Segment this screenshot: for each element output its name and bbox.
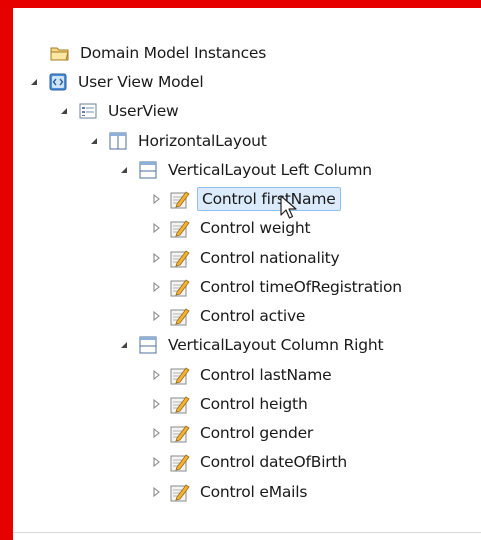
tree-item-vertical-layout-right[interactable]: VerticalLayout Column Right [118, 332, 386, 358]
tree-item-control-nationality[interactable]: Control nationality [150, 245, 343, 271]
tree-item-label: Control dateOfBirth [200, 453, 347, 471]
folder-icon [50, 43, 70, 63]
expanded-arrow-icon[interactable] [58, 105, 70, 117]
control-icon [170, 394, 190, 414]
tree-item-control-lastname[interactable]: Control lastName [150, 362, 334, 388]
tree-item-label: Control active [200, 307, 306, 325]
tree-item-label: Control gender [200, 424, 314, 442]
tree-item-userview[interactable]: UserView [58, 98, 182, 124]
model-tree: Domain Model Instances User View Model U… [0, 0, 481, 540]
control-icon [170, 452, 190, 472]
vertical-layout-icon [138, 160, 158, 180]
collapsed-arrow-icon[interactable] [150, 486, 162, 498]
control-icon [170, 248, 190, 268]
tree-item-domain-model-instances[interactable]: Domain Model Instances [50, 40, 269, 66]
control-icon [170, 482, 190, 502]
control-icon [170, 189, 190, 209]
view-model-icon [48, 72, 68, 92]
tree-item-label: HorizontalLayout [138, 132, 267, 150]
tree-item-user-view-model[interactable]: User View Model [28, 69, 207, 95]
tree-item-label: Control timeOfRegistration [200, 278, 402, 296]
collapsed-arrow-icon[interactable] [150, 456, 162, 468]
collapsed-arrow-icon[interactable] [150, 398, 162, 410]
tree-item-label: UserView [108, 102, 179, 120]
collapsed-arrow-icon[interactable] [150, 193, 162, 205]
expanded-arrow-icon[interactable] [118, 164, 130, 176]
vertical-layout-icon [138, 335, 158, 355]
tree-item-label: Control lastName [200, 366, 332, 384]
collapsed-arrow-icon[interactable] [150, 222, 162, 234]
expanded-arrow-icon[interactable] [28, 76, 40, 88]
control-icon [170, 306, 190, 326]
collapsed-arrow-icon[interactable] [150, 310, 162, 322]
collapsed-arrow-icon[interactable] [150, 427, 162, 439]
tree-item-control-firstname[interactable]: Control firstName [150, 186, 341, 212]
control-icon [170, 277, 190, 297]
tree-item-label: Control nationality [200, 249, 340, 267]
control-icon [170, 365, 190, 385]
form-view-icon [78, 101, 98, 121]
control-icon [170, 423, 190, 443]
horizontal-layout-icon [108, 131, 128, 151]
tree-item-control-active[interactable]: Control active [150, 303, 308, 329]
tree-item-label: Control eMails [200, 483, 308, 501]
tree-item-horizontal-layout[interactable]: HorizontalLayout [88, 128, 270, 154]
tree-item-control-emails[interactable]: Control eMails [150, 479, 310, 505]
tree-item-label: Domain Model Instances [80, 44, 267, 62]
tree-item-control-dateofbirth[interactable]: Control dateOfBirth [150, 449, 350, 475]
tree-item-control-gender[interactable]: Control gender [150, 420, 316, 446]
collapsed-arrow-icon[interactable] [150, 281, 162, 293]
control-icon [170, 218, 190, 238]
tree-item-label: User View Model [78, 73, 204, 91]
collapsed-arrow-icon[interactable] [150, 252, 162, 264]
tree-item-vertical-layout-left[interactable]: VerticalLayout Left Column [118, 157, 375, 183]
tree-item-label: VerticalLayout Left Column [168, 161, 372, 179]
tree-item-control-heigth[interactable]: Control heigth [150, 391, 311, 417]
collapsed-arrow-icon[interactable] [150, 369, 162, 381]
tree-item-control-timeofregistration[interactable]: Control timeOfRegistration [150, 274, 405, 300]
tree-item-label: VerticalLayout Column Right [168, 336, 384, 354]
tree-item-label: Control firstName [197, 187, 341, 211]
expanded-arrow-icon[interactable] [118, 339, 130, 351]
tree-item-label: Control heigth [200, 395, 308, 413]
expanded-arrow-icon[interactable] [88, 135, 100, 147]
mouse-pointer-icon [280, 195, 300, 225]
